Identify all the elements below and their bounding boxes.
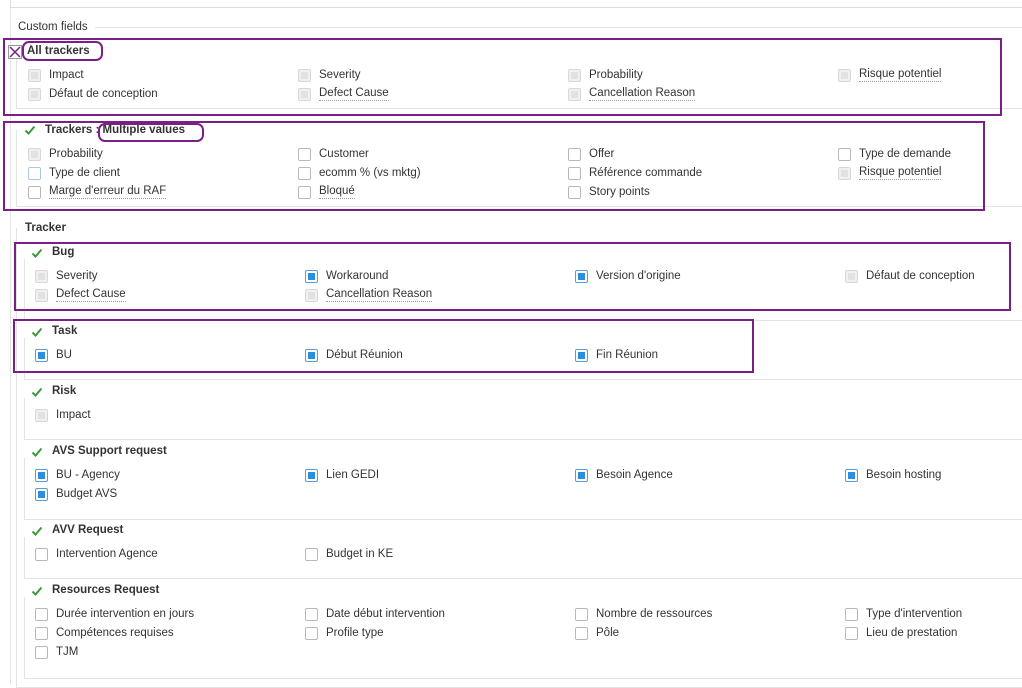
field-type-d-intervention[interactable]: Type d'intervention: [845, 606, 962, 622]
checkbox-date-debut-intervention[interactable]: [305, 607, 318, 621]
checkmark-icon: [31, 447, 43, 457]
highlight-box-task: [13, 319, 754, 373]
field-label: Impact: [56, 409, 91, 421]
legend-line: [95, 27, 1022, 28]
field-label: Pôle: [596, 627, 620, 639]
checkbox-nombre-de-ressources[interactable]: [575, 607, 588, 621]
field-label: Budget AVS: [56, 488, 118, 500]
checkbox-impact: [35, 408, 48, 422]
field-competences-requises[interactable]: Compétences requises: [35, 625, 174, 641]
field-label: Profile type: [326, 627, 384, 639]
field-label: BU - Agency: [56, 469, 120, 481]
field-label: Lieu de prestation: [866, 627, 958, 639]
checkbox-intervention-agence[interactable]: [35, 547, 48, 561]
field-label: Type d'intervention: [866, 608, 963, 620]
field-label: TJM: [56, 646, 79, 658]
field-tjm[interactable]: TJM: [35, 644, 78, 660]
checkmark-icon: [31, 526, 43, 536]
checkbox-type-d-intervention[interactable]: [845, 607, 858, 621]
field-intervention-agence[interactable]: Intervention Agence: [35, 546, 158, 562]
field-label: Durée intervention en jours: [56, 608, 195, 620]
tracker-avv-request-panel: [24, 537, 1022, 579]
checkbox-budget-in-ke[interactable]: [305, 547, 318, 561]
checkbox-profile-type[interactable]: [305, 626, 318, 640]
checkmark-icon: [31, 387, 43, 397]
highlight-multiple-values-label: [98, 123, 204, 142]
checkbox-lieu-de-prestation[interactable]: [845, 626, 858, 640]
tracker-avv-request-label: AVV Request: [49, 523, 127, 537]
field-pole[interactable]: Pôle: [575, 625, 619, 641]
field-nombre-de-ressources[interactable]: Nombre de ressources: [575, 606, 712, 622]
field-date-debut-intervention[interactable]: Date début intervention: [305, 606, 445, 622]
tracker-risk-label: Risk: [49, 384, 80, 398]
checkbox-competences-requises[interactable]: [35, 626, 48, 640]
field-impact[interactable]: Impact: [35, 407, 91, 423]
checkbox-budget-avs[interactable]: [35, 487, 48, 501]
field-label: Date début intervention: [326, 608, 445, 620]
custom-fields-title: Custom fields: [15, 20, 91, 34]
checkbox-pole[interactable]: [575, 626, 588, 640]
highlight-box-bug: [14, 242, 1011, 311]
tracker-resources-request-label: Resources Request: [49, 583, 163, 597]
field-lieu-de-prestation[interactable]: Lieu de prestation: [845, 625, 957, 641]
checkbox-duree-intervention-en-jours[interactable]: [35, 607, 48, 621]
checkbox-bu-agency[interactable]: [35, 468, 48, 482]
tracker-title: Tracker: [22, 221, 69, 235]
field-label: Nombre de ressources: [596, 608, 713, 620]
field-profile-type[interactable]: Profile type: [305, 625, 384, 641]
field-duree-intervention-en-jours[interactable]: Durée intervention en jours: [35, 606, 194, 622]
field-budget-in-ke[interactable]: Budget in KE: [305, 546, 393, 562]
checkbox-besoin-hosting[interactable]: [845, 468, 858, 482]
highlight-all-trackers-label: [22, 41, 103, 61]
tracker-risk-panel: [24, 398, 1022, 440]
field-besoin-hosting[interactable]: Besoin hosting: [845, 467, 941, 483]
field-label: Compétences requises: [56, 627, 174, 639]
field-label: Lien GEDI: [326, 469, 380, 481]
field-label: Besoin hosting: [866, 469, 942, 481]
highlight-box-all-trackers: [3, 38, 1002, 116]
top-section-border: [10, 0, 1022, 8]
field-label: Budget in KE: [326, 548, 394, 560]
field-besoin-agence[interactable]: Besoin Agence: [575, 467, 673, 483]
field-label: Besoin Agence: [596, 469, 673, 481]
field-lien-gedi[interactable]: Lien GEDI: [305, 467, 379, 483]
checkbox-lien-gedi[interactable]: [305, 468, 318, 482]
tracker-avs-support-request-label: AVS Support request: [49, 444, 170, 458]
field-budget-avs[interactable]: Budget AVS: [35, 486, 117, 502]
checkbox-tjm[interactable]: [35, 645, 48, 659]
field-label: Intervention Agence: [56, 548, 158, 560]
checkmark-icon: [31, 586, 43, 596]
field-bu-agency[interactable]: BU - Agency: [35, 467, 120, 483]
checkbox-besoin-agence[interactable]: [575, 468, 588, 482]
